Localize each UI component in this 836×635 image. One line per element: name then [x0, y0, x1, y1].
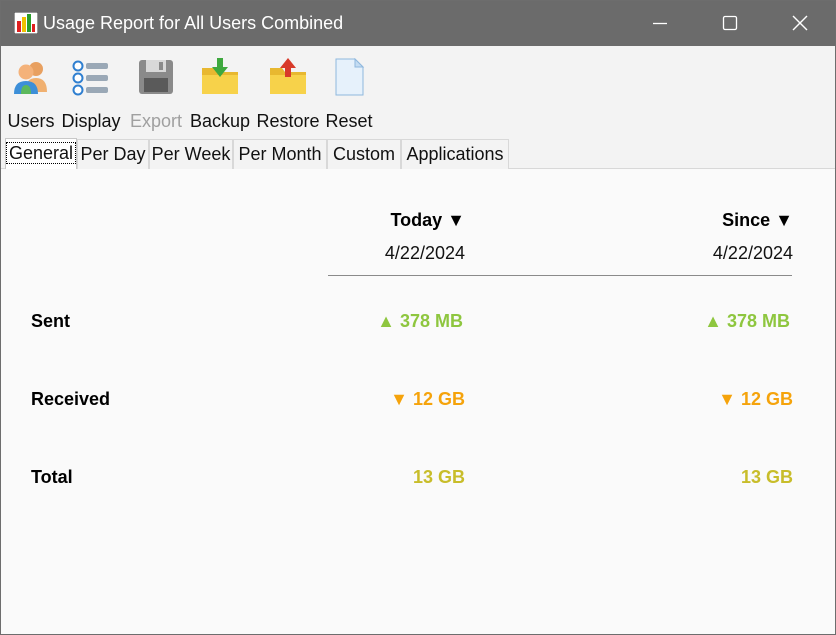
users-label: Users	[7, 111, 55, 131]
today-column-header[interactable]: Today ▼	[391, 210, 466, 231]
close-icon	[792, 15, 808, 31]
bar-chart-app-icon	[13, 11, 39, 35]
received-today-value: ▼ 12 GB	[390, 389, 465, 409]
since-column-header[interactable]: Since ▼	[722, 210, 793, 231]
general-report-panel: Today ▼ 4/22/2024 Since ▼ 4/22/2024 Sent…	[1, 169, 835, 634]
display-button[interactable]: Display	[60, 58, 122, 131]
today-date: 4/22/2024	[384, 243, 465, 263]
since-date: 4/22/2024	[712, 243, 793, 263]
total-label: Total	[31, 467, 73, 487]
usage-report-window: Usage Report for All Users Combined User…	[0, 0, 836, 635]
export-button[interactable]: Export	[128, 58, 184, 131]
folder-download-icon	[201, 58, 239, 96]
sent-today-value: ▲ 378 MB	[377, 311, 463, 331]
received-since-value: ▼ 12 GB	[718, 389, 793, 409]
sent-since-value: ▲ 378 MB	[704, 311, 790, 331]
display-label: Display	[61, 111, 121, 131]
reset-button[interactable]: Reset	[325, 57, 373, 131]
tab-strip: General Per Day Per Week Per Month Custo…	[1, 138, 835, 169]
tab-general[interactable]: General	[5, 138, 77, 169]
total-today-value: 13 GB	[412, 467, 465, 487]
backup-button[interactable]: Backup	[189, 58, 251, 131]
maximize-button[interactable]	[695, 1, 765, 46]
header-divider	[328, 275, 792, 276]
restore-button[interactable]: Restore	[256, 58, 320, 131]
reset-label: Reset	[325, 111, 373, 131]
toolbar: Users Display Export Backup Restore Rese…	[1, 46, 835, 138]
tab-custom[interactable]: Custom	[327, 139, 401, 169]
tab-per-month[interactable]: Per Month	[233, 139, 327, 169]
tab-applications[interactable]: Applications	[401, 139, 509, 169]
users-button[interactable]: Users	[7, 58, 55, 131]
tab-per-day[interactable]: Per Day	[77, 139, 149, 169]
total-since-value: 13 GB	[740, 467, 793, 487]
minimize-icon	[653, 22, 667, 25]
floppy-disk-icon	[137, 58, 175, 96]
users-icon	[12, 58, 50, 96]
blank-document-icon	[330, 57, 368, 96]
restore-label: Restore	[256, 111, 320, 131]
close-button[interactable]	[765, 1, 835, 46]
maximize-icon	[722, 15, 738, 31]
tab-per-week[interactable]: Per Week	[149, 139, 233, 169]
minimize-button[interactable]	[625, 1, 695, 46]
window-title: Usage Report for All Users Combined	[43, 13, 344, 33]
list-options-icon	[72, 58, 110, 96]
sent-label: Sent	[31, 311, 71, 331]
received-label: Received	[31, 389, 111, 409]
folder-upload-icon	[269, 58, 307, 96]
backup-label: Backup	[189, 111, 251, 131]
export-label: Export	[129, 111, 183, 131]
title-bar[interactable]: Usage Report for All Users Combined	[1, 1, 835, 46]
